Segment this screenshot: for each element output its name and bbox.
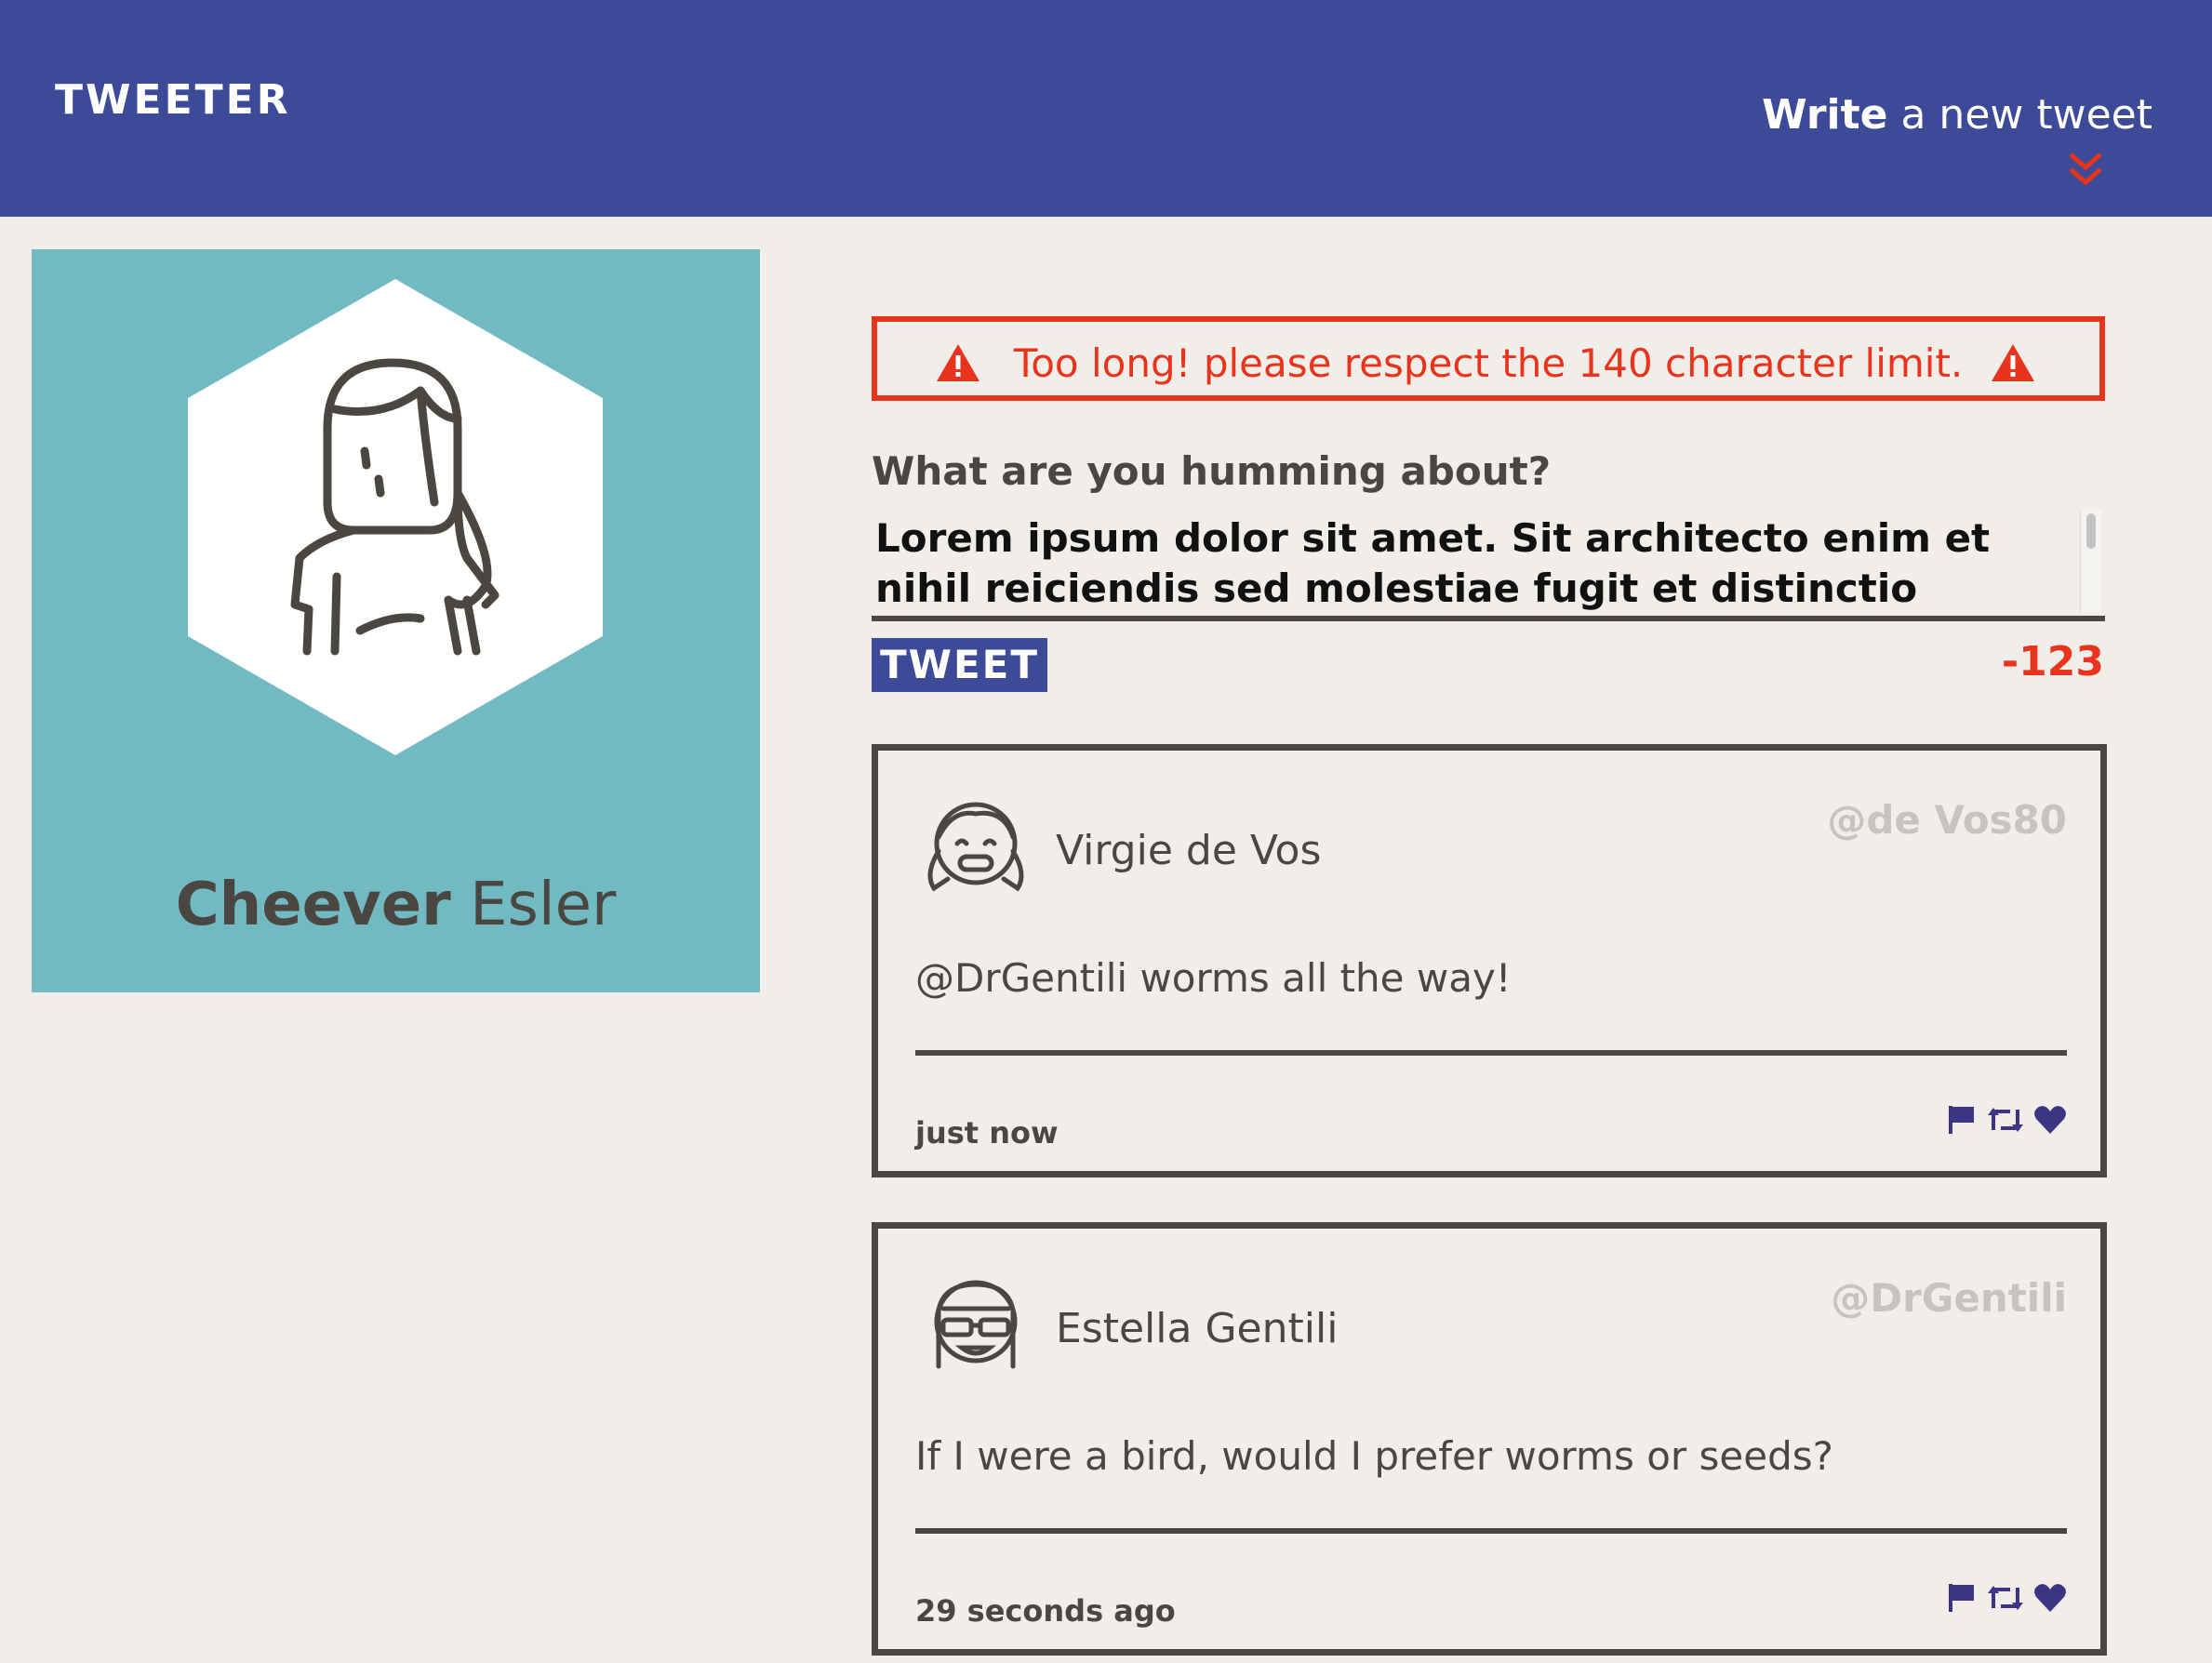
heart-icon[interactable] [2033, 1582, 2067, 1617]
brand-logo[interactable]: TWEETER [55, 76, 291, 124]
profile-first-name: Cheever [175, 871, 451, 939]
tweet-card: Estella Gentili @DrGentili If I were a b… [872, 1222, 2107, 1656]
tweet-actions [1940, 1582, 2067, 1619]
tweet-content: @DrGentili worms all the way! [915, 955, 1512, 1001]
sunglasses-girl-avatar-icon [934, 1280, 1018, 1369]
compose-link-rest: a new tweet [1887, 91, 2152, 139]
tweet-timestamp: 29 seconds ago [915, 1593, 1176, 1629]
double-chevron-down-icon[interactable] [2063, 149, 2108, 190]
profile-name: Cheever Esler [32, 871, 760, 939]
scrollbar-thumb[interactable] [2086, 513, 2096, 549]
tweet-author-name[interactable]: Virgie de Vos [1056, 827, 1321, 874]
composer-label: What are you humming about? [872, 448, 1552, 494]
tweet-divider [915, 1528, 2067, 1534]
smiling-girl-avatar-icon [927, 802, 1024, 892]
character-counter: -123 [2001, 638, 2104, 685]
tweet-author-handle[interactable]: @de Vos80 [1827, 797, 2067, 843]
tweet-timestamp: just now [915, 1115, 1059, 1151]
tweet-author-name[interactable]: Estella Gentili [1056, 1305, 1338, 1352]
flag-icon[interactable] [1946, 1582, 1978, 1617]
flag-icon[interactable] [1946, 1104, 1978, 1139]
top-nav: TWEETER Write a new tweet [0, 0, 2212, 217]
error-banner: Too long! please respect the 140 charact… [872, 316, 2105, 401]
retweet-icon[interactable] [1987, 1104, 2023, 1139]
tweet-actions [1940, 1104, 2067, 1141]
error-message: Too long! please respect the 140 charact… [1013, 340, 1964, 386]
tweet-textarea[interactable]: Lorem ipsum dolor sit amet. Sit architec… [872, 508, 2105, 621]
textarea-scrollbar[interactable] [2080, 510, 2101, 612]
tweet-button[interactable]: TWEET [872, 638, 1047, 692]
profile-last-name: Esler [450, 871, 617, 939]
tweet-author-handle[interactable]: @DrGentili [1831, 1275, 2067, 1321]
warning-icon [1992, 344, 2034, 381]
tweet-content: If I were a bird, would I prefer worms o… [915, 1433, 1833, 1479]
tweet-card: Virgie de Vos @de Vos80 @DrGentili worms… [872, 744, 2107, 1177]
retweet-icon[interactable] [1987, 1582, 2023, 1617]
write-new-tweet-link[interactable]: Write a new tweet [1762, 91, 2152, 139]
heart-icon[interactable] [2033, 1104, 2067, 1139]
profile-card: Cheever Esler [32, 249, 760, 992]
tweet-divider [915, 1050, 2067, 1056]
compose-link-strong: Write [1762, 91, 1888, 139]
female-avatar-icon [188, 279, 603, 755]
